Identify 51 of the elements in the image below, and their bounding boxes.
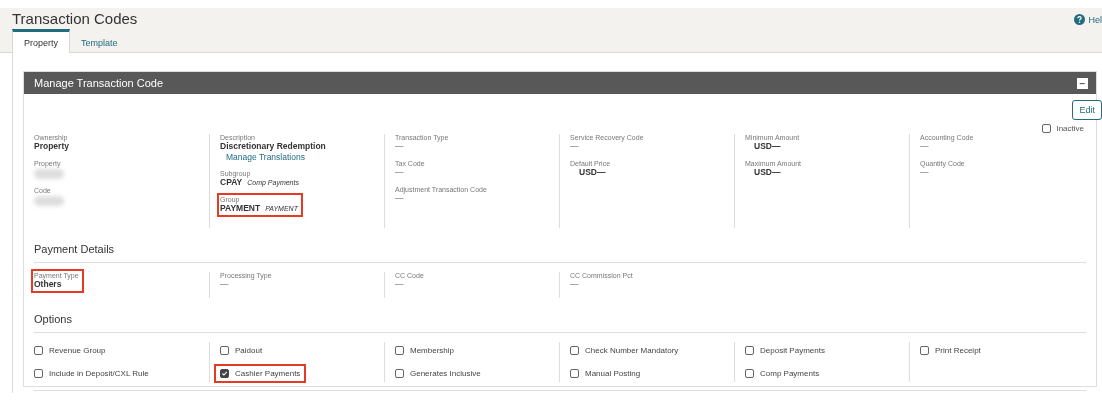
help-icon (1074, 14, 1086, 25)
field-value: — (395, 141, 405, 152)
checkbox-label: Paidout (235, 346, 263, 355)
section-heading: Payment Details (34, 243, 1086, 263)
checkbox[interactable] (395, 369, 404, 378)
help-link[interactable]: Hel (1074, 14, 1102, 25)
page-title: Transaction Codes (12, 10, 138, 27)
field-value: Property (34, 141, 69, 152)
field-value: — (570, 279, 580, 290)
field-value: Others (34, 279, 63, 290)
field-value: USD— (753, 167, 782, 178)
collapse-button[interactable]: − (1077, 77, 1088, 89)
checkbox-label: Deposit Payments (760, 346, 825, 355)
field-value: — (395, 167, 405, 178)
field-value: — (570, 141, 580, 152)
checkbox-label: Membership (410, 346, 454, 355)
manage-translations-link[interactable]: Manage Translations (220, 152, 326, 162)
checkbox[interactable] (920, 346, 929, 355)
checkbox-label: Print Receipt (935, 346, 981, 355)
checkbox-label: Cashier Payments (235, 369, 301, 378)
field-value: USD— (578, 167, 607, 178)
checkbox[interactable] (395, 346, 404, 355)
checkbox-label: Comp Payments (760, 369, 820, 378)
checkbox-label: Inactive (1056, 124, 1084, 133)
field-value: — (395, 279, 405, 290)
redacted-value (34, 196, 64, 206)
checkbox[interactable] (34, 369, 43, 378)
checkbox[interactable] (570, 369, 579, 378)
checkbox[interactable] (570, 346, 579, 355)
checkbox[interactable] (220, 369, 229, 378)
checkbox[interactable] (745, 369, 754, 378)
field-value: — (920, 141, 929, 152)
checkbox-label: Revenue Group (49, 346, 106, 355)
checkbox[interactable] (220, 346, 229, 355)
field-value: — (220, 279, 229, 290)
checkbox-label: Generates Inclusive (410, 369, 481, 378)
field-value: — (920, 167, 929, 178)
panel-title: Manage Transaction Code (34, 77, 164, 89)
field-value: — (395, 193, 404, 204)
checkbox-label: Check Number Mandatory (585, 346, 679, 355)
tab[interactable]: Template (70, 29, 129, 53)
field-value: USD— (753, 141, 782, 152)
checkbox-label: Include in Deposit/CXL Rule (49, 369, 149, 378)
checkbox[interactable] (745, 346, 754, 355)
field-value: Discretionary Redemption (220, 141, 326, 152)
checkbox-label: Manual Posting (585, 369, 641, 378)
section-heading: Options (34, 313, 1086, 333)
checkbox[interactable] (34, 346, 43, 355)
tab[interactable]: Property (12, 29, 70, 53)
edit-button[interactable]: Edit (1072, 100, 1102, 120)
redacted-value (34, 169, 64, 179)
